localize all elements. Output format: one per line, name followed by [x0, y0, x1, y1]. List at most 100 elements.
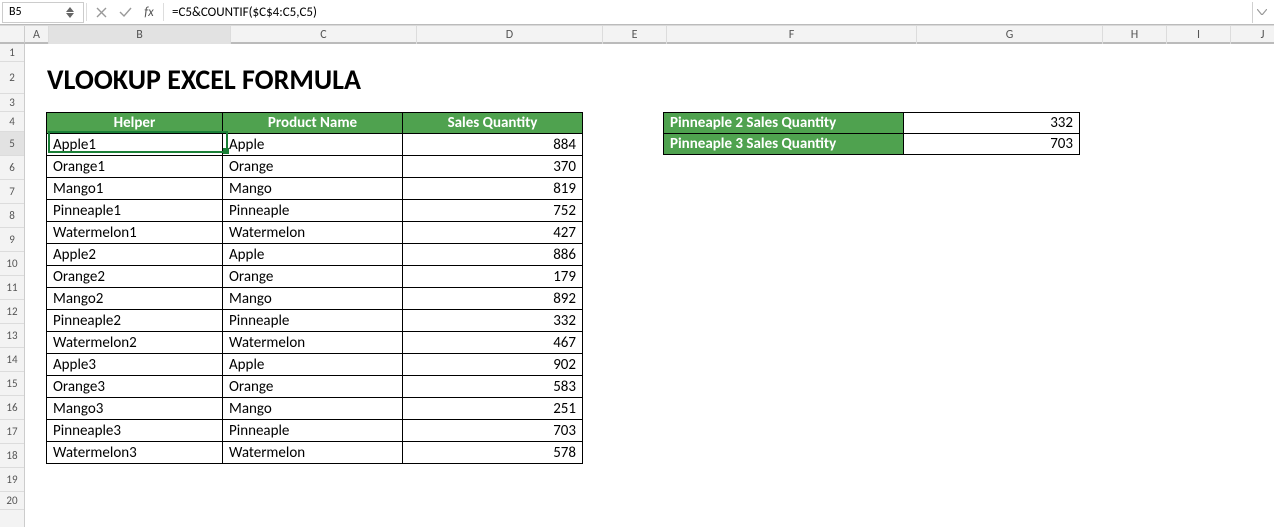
lookup-label[interactable]: Pinneaple 2 Sales Quantity: [664, 113, 904, 134]
row-header[interactable]: 20: [0, 492, 24, 510]
cell-qty[interactable]: 902: [403, 354, 583, 376]
cell-product[interactable]: Apple: [223, 354, 403, 376]
column-header[interactable]: C: [231, 26, 417, 44]
column-header[interactable]: D: [417, 26, 603, 44]
row-header[interactable]: 4: [0, 112, 24, 132]
cell-product[interactable]: Watermelon: [223, 222, 403, 244]
cell-qty[interactable]: 583: [403, 376, 583, 398]
row-header[interactable]: 7: [0, 180, 24, 204]
table-row: Mango1Mango819: [47, 178, 583, 200]
row-header[interactable]: 14: [0, 348, 24, 372]
cell-qty[interactable]: 703: [403, 420, 583, 442]
cell-helper[interactable]: Watermelon1: [47, 222, 223, 244]
cell-product[interactable]: Apple: [223, 244, 403, 266]
cell-helper[interactable]: Mango2: [47, 288, 223, 310]
cell-product[interactable]: Mango: [223, 178, 403, 200]
cell-product[interactable]: Watermelon: [223, 332, 403, 354]
column-header[interactable]: H: [1103, 26, 1167, 44]
row-header[interactable]: 1: [0, 44, 24, 62]
cell-helper[interactable]: Apple3: [47, 354, 223, 376]
separator: [163, 3, 164, 21]
row-header[interactable]: 12: [0, 300, 24, 324]
select-all-corner[interactable]: [0, 26, 25, 44]
column-header[interactable]: A: [25, 26, 49, 44]
table-row: Apple2Apple886: [47, 244, 583, 266]
column-header[interactable]: B: [49, 26, 231, 44]
cell-qty[interactable]: 370: [403, 156, 583, 178]
row-header[interactable]: 2: [0, 62, 24, 94]
cell-helper[interactable]: Pinneaple2: [47, 310, 223, 332]
row-header[interactable]: 19: [0, 468, 24, 492]
row-header[interactable]: 11: [0, 276, 24, 300]
table-header: Product Name: [223, 113, 403, 134]
cell-product[interactable]: Orange: [223, 156, 403, 178]
row-header[interactable]: 16: [0, 396, 24, 420]
cancel-button[interactable]: [89, 2, 113, 23]
table-row: Pinneaple 3 Sales Quantity703: [664, 134, 1080, 155]
formula-input[interactable]: [166, 2, 1252, 23]
cell-qty[interactable]: 332: [403, 310, 583, 332]
cell-helper[interactable]: Apple2: [47, 244, 223, 266]
cell-qty[interactable]: 578: [403, 442, 583, 464]
lookup-value[interactable]: 332: [904, 113, 1080, 134]
cell-product[interactable]: Pinneaple: [223, 420, 403, 442]
cell-qty[interactable]: 179: [403, 266, 583, 288]
cell-qty[interactable]: 884: [403, 134, 583, 156]
confirm-button[interactable]: [113, 2, 137, 23]
row-header[interactable]: 3: [0, 94, 24, 112]
cell-product[interactable]: Pinneaple: [223, 200, 403, 222]
cell-qty[interactable]: 886: [403, 244, 583, 266]
row-headers: 1234567891011121314151617181920: [0, 44, 25, 527]
expand-formula-bar-button[interactable]: [1252, 2, 1270, 23]
column-headers: ABCDEFGHIJ: [25, 26, 1274, 44]
cell-helper[interactable]: Pinneaple1: [47, 200, 223, 222]
name-box-input[interactable]: [3, 4, 63, 20]
row-header[interactable]: 15: [0, 372, 24, 396]
row-header[interactable]: 9: [0, 228, 24, 252]
table-row: Apple3Apple902: [47, 354, 583, 376]
cells-area[interactable]: VLOOKUP EXCEL FORMULA HelperProduct Name…: [25, 44, 1274, 527]
row-header[interactable]: 17: [0, 420, 24, 444]
row-header[interactable]: 10: [0, 252, 24, 276]
row-header[interactable]: 8: [0, 204, 24, 228]
cell-helper[interactable]: Watermelon2: [47, 332, 223, 354]
lookup-value[interactable]: 703: [904, 134, 1080, 155]
name-box[interactable]: [2, 2, 84, 23]
cell-product[interactable]: Pinneaple: [223, 310, 403, 332]
row-header[interactable]: 6: [0, 156, 24, 180]
column-header[interactable]: I: [1167, 26, 1231, 44]
cell-helper[interactable]: Orange2: [47, 266, 223, 288]
cell-product[interactable]: Apple: [223, 134, 403, 156]
cell-helper[interactable]: Mango1: [47, 178, 223, 200]
lookup-label[interactable]: Pinneaple 3 Sales Quantity: [664, 134, 904, 155]
cell-helper[interactable]: Pinneaple3: [47, 420, 223, 442]
cell-helper[interactable]: Watermelon3: [47, 442, 223, 464]
cell-qty[interactable]: 819: [403, 178, 583, 200]
cell-helper[interactable]: Apple1: [47, 134, 223, 156]
cell-qty[interactable]: 752: [403, 200, 583, 222]
table-header: Helper: [47, 113, 223, 134]
row-header[interactable]: 13: [0, 324, 24, 348]
table-header: Sales Quantity: [403, 113, 583, 134]
cell-qty[interactable]: 251: [403, 398, 583, 420]
cell-product[interactable]: Watermelon: [223, 442, 403, 464]
row-header[interactable]: 5: [0, 132, 24, 156]
name-box-stepper[interactable]: [63, 7, 77, 18]
fx-label[interactable]: fx: [137, 5, 161, 20]
column-header[interactable]: E: [603, 26, 667, 44]
column-header[interactable]: J: [1231, 26, 1274, 44]
cell-helper[interactable]: Orange3: [47, 376, 223, 398]
cell-qty[interactable]: 467: [403, 332, 583, 354]
column-header[interactable]: F: [667, 26, 917, 44]
cell-helper[interactable]: Orange1: [47, 156, 223, 178]
cell-product[interactable]: Orange: [223, 376, 403, 398]
table-row: Mango2Mango892: [47, 288, 583, 310]
cell-qty[interactable]: 427: [403, 222, 583, 244]
cell-helper[interactable]: Mango3: [47, 398, 223, 420]
cell-product[interactable]: Orange: [223, 266, 403, 288]
cell-product[interactable]: Mango: [223, 398, 403, 420]
column-header[interactable]: G: [917, 26, 1103, 44]
cell-qty[interactable]: 892: [403, 288, 583, 310]
row-header[interactable]: 18: [0, 444, 24, 468]
cell-product[interactable]: Mango: [223, 288, 403, 310]
